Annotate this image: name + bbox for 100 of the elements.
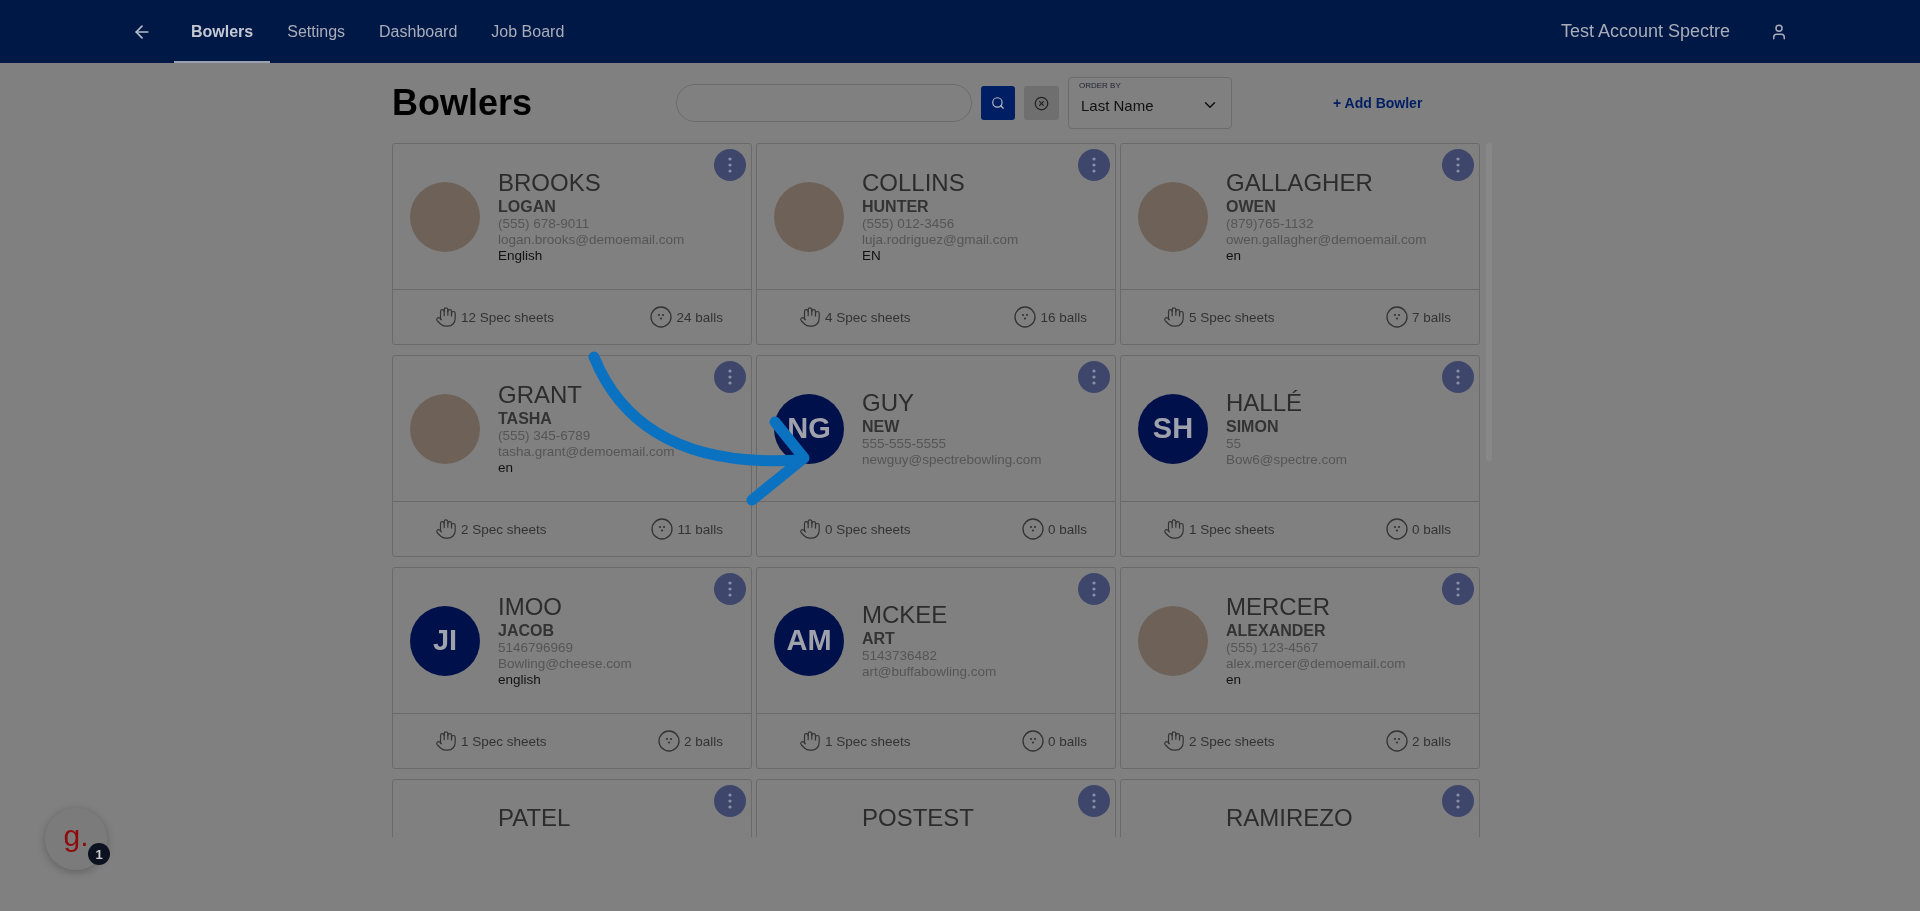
order-by-select[interactable]: ORDER BY Last Name	[1068, 77, 1232, 129]
bowler-first-name: NEW	[862, 417, 901, 436]
vertical-dots-icon	[1092, 793, 1096, 809]
bowler-first-name: SIMON	[1226, 417, 1280, 436]
balls-count: 16 balls	[1040, 309, 1087, 325]
nav-tab[interactable]: Settings	[270, 0, 363, 63]
bowling-ball-icon	[1021, 730, 1044, 752]
bowler-language: english	[498, 672, 542, 688]
bowler-last-name: PATEL	[498, 804, 571, 832]
bowling-ball-icon	[1385, 518, 1408, 540]
vertical-dots-icon	[728, 369, 732, 385]
nav-tab[interactable]: Job Board	[474, 0, 582, 63]
clear-icon	[1034, 95, 1049, 111]
more-options-button[interactable]	[1078, 361, 1110, 393]
spec-sheets-count: 2 Spec sheets	[461, 521, 547, 537]
initials-avatar: JI	[410, 605, 480, 676]
notification-badge: 1	[88, 843, 110, 865]
more-options-button[interactable]	[714, 573, 746, 605]
search-icon	[991, 96, 1005, 110]
nav-tab[interactable]: Dashboard	[362, 0, 475, 63]
spec-sheets-count: 12 Spec sheets	[461, 309, 555, 325]
spec-sheets-count: 2 Spec sheets	[1189, 733, 1275, 749]
bowler-first-name: JACOB	[498, 621, 555, 640]
bowler-last-name: GUY	[862, 389, 915, 417]
vertical-dots-icon	[1456, 793, 1460, 809]
vertical-dots-icon	[728, 581, 732, 597]
nav-tab[interactable]: Bowlers	[174, 0, 271, 63]
balls-count: 0 balls	[1411, 521, 1451, 537]
more-options-button[interactable]	[1442, 149, 1474, 181]
vertical-dots-icon	[1456, 157, 1460, 173]
vertical-dots-icon	[1456, 369, 1460, 385]
bowler-last-name: IMOO	[498, 593, 563, 621]
vertical-dots-icon	[1456, 581, 1460, 597]
bowler-language: en	[1226, 248, 1243, 264]
balls-count: 24 balls	[676, 309, 723, 325]
bowler-last-name: MERCER	[1226, 593, 1331, 621]
more-options-button[interactable]	[1442, 785, 1474, 817]
bowler-first-name: LOGAN	[498, 197, 557, 216]
bowling-ball-icon	[650, 306, 673, 328]
bowling-ball-icon	[1385, 730, 1408, 752]
hand-icon	[435, 730, 457, 752]
hand-icon	[799, 306, 821, 328]
bowler-card[interactable]: PATEL	[392, 779, 752, 837]
more-options-button[interactable]	[1442, 361, 1474, 393]
bowler-last-name: HALLÉ	[1226, 389, 1304, 417]
vertical-dots-icon	[1092, 157, 1096, 173]
hand-icon	[799, 730, 821, 752]
bowler-language: English	[498, 248, 544, 264]
bowling-ball-icon	[657, 730, 680, 752]
more-options-button[interactable]	[714, 149, 746, 181]
bowler-language: en	[1226, 672, 1243, 688]
more-options-button[interactable]	[1078, 573, 1110, 605]
bowler-last-name: GALLAGHER	[1226, 169, 1374, 197]
vertical-dots-icon	[728, 157, 732, 173]
clear-button[interactable]	[1024, 86, 1059, 120]
more-options-button[interactable]	[714, 361, 746, 393]
spec-sheets-count: 4 Spec sheets	[825, 309, 911, 325]
bowler-first-name: TASHA	[498, 409, 553, 428]
bowler-first-name: ALEXANDER	[1226, 621, 1327, 640]
bowler-card[interactable]: POSTEST	[756, 779, 1116, 837]
spec-sheets-count: 1 Spec sheets	[825, 733, 911, 749]
hand-icon	[435, 306, 457, 328]
hand-icon	[435, 518, 457, 540]
balls-count: 11 balls	[677, 521, 723, 537]
bowler-last-name: POSTEST	[862, 804, 975, 832]
page-title: Bowlers	[392, 82, 534, 124]
more-options-button[interactable]	[1442, 573, 1474, 605]
spec-sheets-count: 1 Spec sheets	[461, 733, 547, 749]
initials-avatar: SH	[1138, 393, 1208, 464]
vertical-dots-icon	[728, 793, 732, 809]
bowler-last-name: COLLINS	[862, 169, 966, 197]
hand-icon	[1163, 306, 1185, 328]
account-name: Test Account Spectre	[1560, 21, 1730, 42]
bowling-ball-icon	[1014, 306, 1037, 328]
more-options-button[interactable]	[1078, 785, 1110, 817]
bowler-last-name: MCKEE	[862, 601, 949, 629]
vertical-dots-icon	[1092, 581, 1096, 597]
search-button[interactable]	[981, 86, 1015, 120]
bowler-last-name: RAMIREZO	[1226, 804, 1353, 832]
bowling-ball-icon	[1021, 518, 1044, 540]
bowling-ball-icon	[651, 518, 674, 540]
more-options-button[interactable]	[714, 785, 746, 817]
bowler-card[interactable]: RAMIREZO	[1120, 779, 1480, 837]
bowler-first-name: HUNTER	[862, 197, 930, 216]
bowler-last-name: BROOKS	[498, 169, 602, 197]
hand-icon	[1163, 518, 1185, 540]
balls-count: 7 balls	[1411, 309, 1451, 325]
hand-icon	[1163, 730, 1185, 752]
bowling-ball-icon	[1385, 306, 1408, 328]
more-options-button[interactable]	[1078, 149, 1110, 181]
initials-avatar: AM	[774, 605, 844, 676]
balls-count: 2 balls	[683, 733, 723, 749]
bowler-first-name: ART	[862, 629, 896, 648]
add-bowler-button[interactable]: + Add Bowler	[1327, 94, 1429, 112]
spec-sheets-count: 1 Spec sheets	[1189, 521, 1275, 537]
balls-count: 2 balls	[1411, 733, 1451, 749]
hand-icon	[799, 518, 821, 540]
bowler-first-name: OWEN	[1226, 197, 1277, 216]
vertical-dots-icon	[1092, 369, 1096, 385]
bowler-last-name: GRANT	[498, 381, 583, 409]
